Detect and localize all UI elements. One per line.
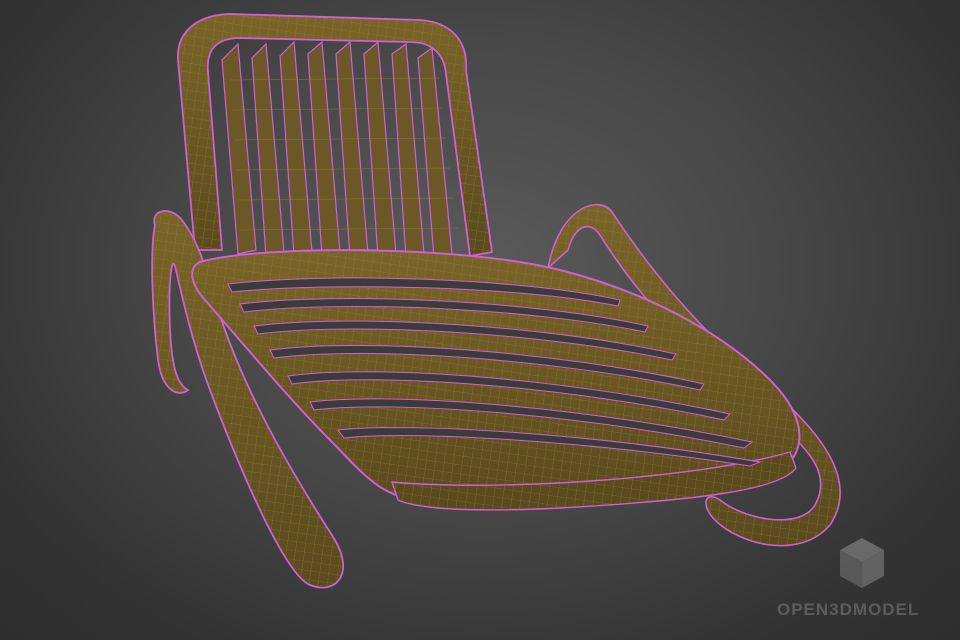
viewport: OPEN3DMODEL [0,0,960,640]
backrest [177,13,494,259]
watermark-text: OPEN3DMODEL [777,600,920,619]
wireframe-render [151,13,884,589]
cube-icon [840,538,884,588]
